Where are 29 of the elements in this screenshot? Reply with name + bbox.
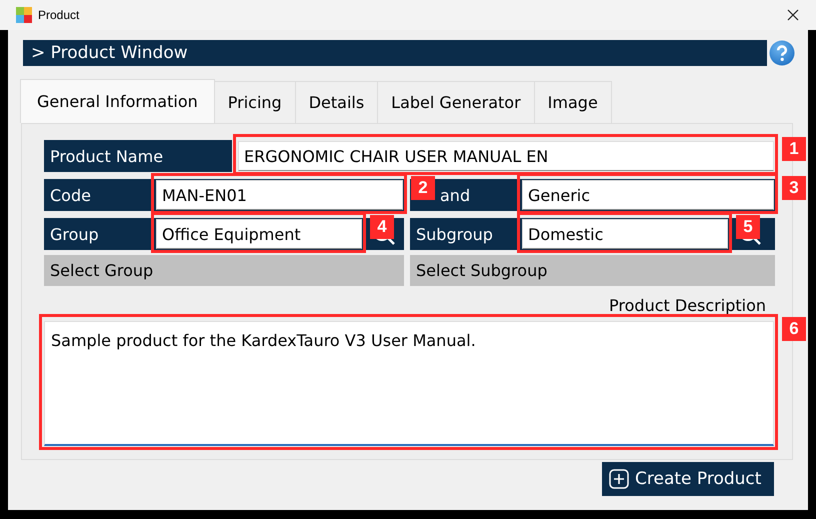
window-title: Product <box>38 8 80 22</box>
field-label: and <box>440 186 472 204</box>
field-label: Product Description <box>608 296 766 315</box>
callout-number: 6 <box>782 317 806 341</box>
select-button[interactable]: Select Group <box>44 255 404 286</box>
tab[interactable]: General Information <box>20 79 215 123</box>
help-icon[interactable] <box>769 40 795 66</box>
input-field[interactable]: Generic <box>522 180 774 210</box>
field-label: Product Name <box>44 140 232 172</box>
callout-number: 5 <box>736 215 760 239</box>
input-field[interactable]: Domestic <box>522 219 728 249</box>
callout-number: 1 <box>782 137 806 161</box>
tab[interactable]: Image <box>534 81 612 123</box>
select-button[interactable]: Select Subgroup <box>410 255 775 286</box>
puzzle-icon <box>16 7 32 23</box>
field-label: Subgroup <box>415 224 494 244</box>
callout-number: 3 <box>782 176 806 200</box>
header-title: > Product Window <box>31 43 188 63</box>
plus-icon <box>609 469 629 489</box>
field-label: Group <box>49 224 100 244</box>
close-icon[interactable] <box>787 9 799 21</box>
input-field[interactable]: ERGONOMIC CHAIR USER MANUAL EN <box>238 141 774 171</box>
create-button[interactable]: Create Product <box>602 462 774 496</box>
text-area[interactable]: Sample product for the KardexTauro V3 User Manual. <box>44 321 774 446</box>
field-label: Code <box>49 186 92 204</box>
callout-number: 2 <box>411 176 435 200</box>
input-field[interactable]: Office Equipment <box>156 219 362 249</box>
callout-number: 4 <box>370 215 394 239</box>
input-field[interactable]: MAN-EN01 <box>156 180 403 210</box>
